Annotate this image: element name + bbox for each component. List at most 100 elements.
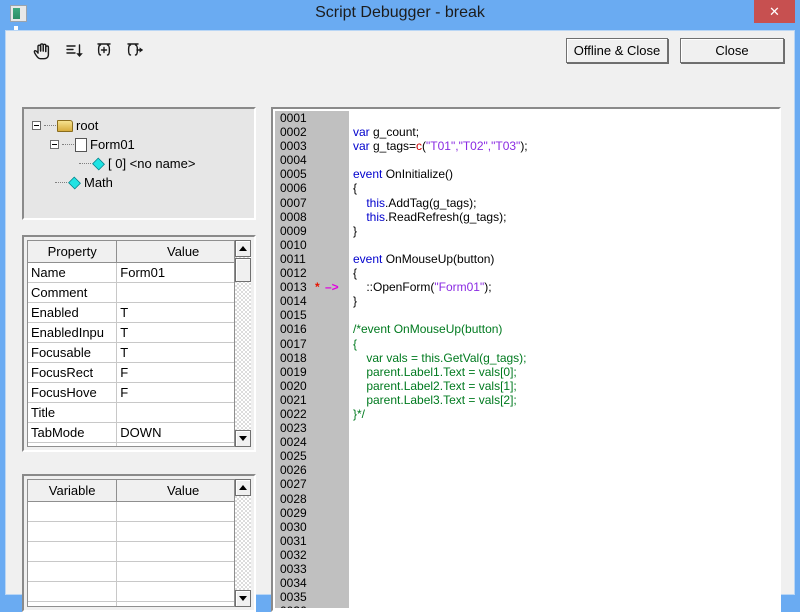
expander-minus-icon[interactable]: [32, 121, 41, 130]
code-line[interactable]: 0026: [275, 463, 777, 477]
cell-value[interactable]: 600: [117, 443, 250, 448]
code-line[interactable]: 0003var g_tags=c("T01","T02","T03");: [275, 139, 777, 153]
cell-value[interactable]: [117, 502, 250, 522]
cell-value[interactable]: [117, 283, 250, 303]
cell-value[interactable]: [117, 582, 250, 602]
code-line[interactable]: 0032: [275, 548, 777, 562]
step-into-icon[interactable]: [61, 38, 87, 62]
cell-key[interactable]: TabMode: [28, 423, 117, 443]
property-grid[interactable]: Property Value NameForm01CommentEnabledT…: [27, 240, 251, 447]
code-line[interactable]: 0028: [275, 492, 777, 506]
code-line[interactable]: 0014}: [275, 294, 777, 308]
code-line[interactable]: 0001: [275, 111, 777, 125]
scrollbar-thumb[interactable]: [235, 258, 251, 282]
variable-row[interactable]: [28, 522, 250, 542]
code-editor-panel[interactable]: 00010002var g_count;0003var g_tags=c("T0…: [271, 107, 781, 612]
scroll-up-icon[interactable]: [235, 479, 251, 496]
code-line[interactable]: 0034: [275, 576, 777, 590]
window-close-button[interactable]: ✕: [754, 0, 795, 23]
code-line[interactable]: 0030: [275, 520, 777, 534]
code-line[interactable]: 0002var g_count;: [275, 125, 777, 139]
close-button[interactable]: Close: [680, 38, 784, 63]
cell-key[interactable]: Focusable: [28, 343, 117, 363]
cell-value[interactable]: [117, 403, 250, 423]
variable-grid-panel[interactable]: Variable Value: [22, 474, 256, 612]
code-line[interactable]: 0025: [275, 449, 777, 463]
cell-value[interactable]: [117, 602, 250, 608]
property-row[interactable]: FocusHoveF: [28, 383, 250, 403]
tree-node-form01[interactable]: Form01: [32, 134, 252, 153]
code-line[interactable]: 0031: [275, 534, 777, 548]
cell-key[interactable]: [28, 542, 117, 562]
code-line[interactable]: 0010: [275, 238, 777, 252]
variable-row[interactable]: [28, 542, 250, 562]
cell-key[interactable]: FocusRect: [28, 363, 117, 383]
code-line[interactable]: 0013*–> ::OpenForm("Form01");: [275, 280, 777, 294]
cell-key[interactable]: [28, 502, 117, 522]
variable-grid[interactable]: Variable Value: [27, 479, 251, 607]
code-line[interactable]: 0011event OnMouseUp(button): [275, 252, 777, 266]
cell-value[interactable]: T: [117, 303, 250, 323]
cell-value[interactable]: [117, 562, 250, 582]
code-line[interactable]: 0022}*/: [275, 407, 777, 421]
scroll-up-icon[interactable]: [235, 240, 251, 257]
code-line[interactable]: 0017{: [275, 337, 777, 351]
code-line[interactable]: 0004: [275, 153, 777, 167]
cell-key[interactable]: Comment: [28, 283, 117, 303]
cell-value[interactable]: T: [117, 323, 250, 343]
expander-minus-icon[interactable]: [50, 140, 59, 149]
code-line[interactable]: 0018 var vals = this.GetVal(g_tags);: [275, 351, 777, 365]
variable-row[interactable]: [28, 602, 250, 608]
code-line[interactable]: 0019 parent.Label1.Text = vals[0];: [275, 365, 777, 379]
cell-value[interactable]: [117, 522, 250, 542]
code-line[interactable]: 0012{: [275, 266, 777, 280]
cell-key[interactable]: Enabled: [28, 303, 117, 323]
variable-row[interactable]: [28, 582, 250, 602]
variable-row[interactable]: [28, 502, 250, 522]
property-row[interactable]: Title: [28, 403, 250, 423]
code-line[interactable]: 0009}: [275, 224, 777, 238]
variable-row[interactable]: [28, 562, 250, 582]
cell-key[interactable]: FocusHove: [28, 383, 117, 403]
property-row[interactable]: TabModeDOWN: [28, 423, 250, 443]
tree-node-math[interactable]: Math: [32, 172, 252, 191]
cell-key[interactable]: Height: [28, 443, 117, 448]
property-row[interactable]: NameForm01: [28, 263, 250, 283]
cell-key[interactable]: [28, 522, 117, 542]
code-line[interactable]: 0005event OnInitialize(): [275, 167, 777, 181]
step-over-icon[interactable]: [91, 38, 117, 62]
offline-and-close-button[interactable]: Offline & Close: [566, 38, 668, 63]
step-out-icon[interactable]: [121, 38, 147, 62]
cell-value[interactable]: [117, 542, 250, 562]
property-row[interactable]: FocusRectF: [28, 363, 250, 383]
code-line[interactable]: 0006{: [275, 181, 777, 195]
cell-value[interactable]: DOWN: [117, 423, 250, 443]
cell-key[interactable]: [28, 602, 117, 608]
scrollbar-track[interactable]: [235, 496, 251, 590]
code-lines[interactable]: 00010002var g_count;0003var g_tags=c("T0…: [275, 111, 777, 608]
cell-key[interactable]: EnabledInpu: [28, 323, 117, 343]
code-line[interactable]: 0008 this.ReadRefresh(g_tags);: [275, 210, 777, 224]
property-row[interactable]: EnabledInpuT: [28, 323, 250, 343]
code-line[interactable]: 0036: [275, 604, 777, 608]
property-row[interactable]: FocusableT: [28, 343, 250, 363]
breakpoint-marker-icon[interactable]: *: [315, 280, 320, 294]
code-line[interactable]: 0020 parent.Label2.Text = vals[1];: [275, 379, 777, 393]
code-line[interactable]: 0007 this.AddTag(g_tags);: [275, 196, 777, 210]
property-row[interactable]: Comment: [28, 283, 250, 303]
hand-icon[interactable]: [30, 38, 56, 62]
object-tree-panel[interactable]: root Form01 [ 0] <no name> Math: [22, 107, 256, 220]
cell-key[interactable]: [28, 562, 117, 582]
code-line[interactable]: 0016/*event OnMouseUp(button): [275, 322, 777, 336]
scrollbar-track[interactable]: [235, 257, 251, 430]
code-editor[interactable]: 00010002var g_count;0003var g_tags=c("T0…: [275, 111, 777, 608]
code-line[interactable]: 0027: [275, 477, 777, 491]
cell-key[interactable]: Name: [28, 263, 117, 283]
property-row[interactable]: Height600: [28, 443, 250, 448]
tree-node-root[interactable]: root: [32, 115, 252, 134]
cell-key[interactable]: Title: [28, 403, 117, 423]
code-line[interactable]: 0029: [275, 506, 777, 520]
cell-key[interactable]: [28, 582, 117, 602]
code-line[interactable]: 0024: [275, 435, 777, 449]
code-line[interactable]: 0023: [275, 421, 777, 435]
